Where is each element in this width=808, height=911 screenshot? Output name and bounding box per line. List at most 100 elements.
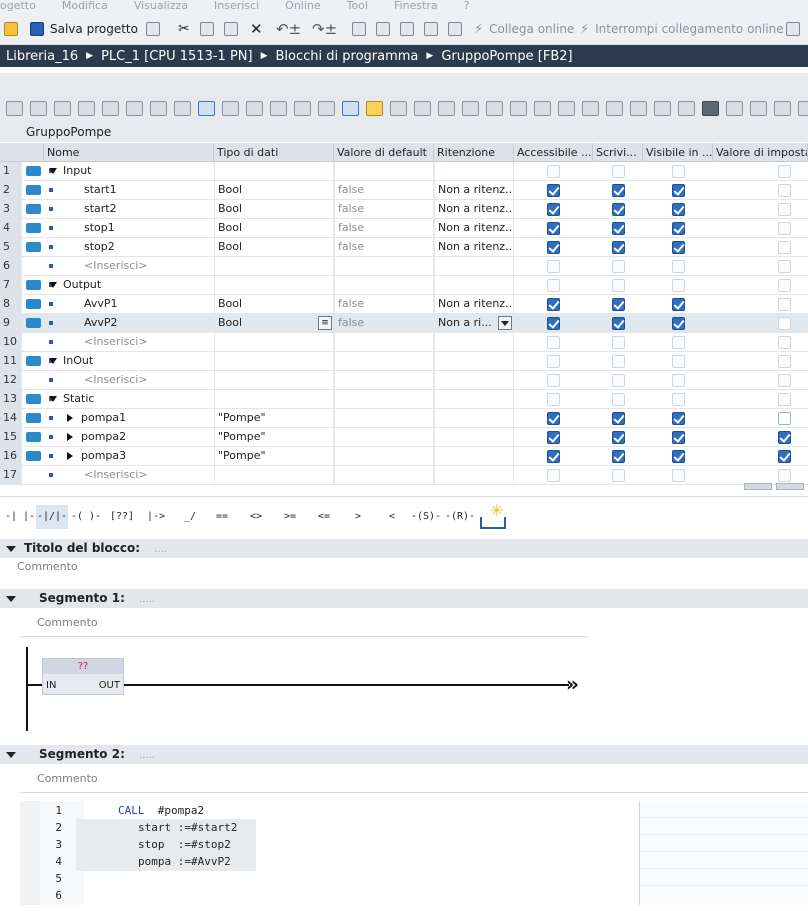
datatype-cell[interactable] — [214, 257, 334, 276]
param-name-cell[interactable]: Static — [46, 390, 212, 409]
accessible-checkbox[interactable] — [547, 222, 560, 235]
default-value-cell[interactable]: false — [334, 238, 434, 257]
editor-tool-icon[interactable] — [366, 101, 383, 116]
menu-item[interactable]: Finestra — [394, 0, 438, 12]
setpoint-checkbox[interactable] — [778, 374, 791, 387]
editor-tool-icon[interactable] — [414, 101, 431, 116]
ladder-instruction-button[interactable]: -(S)- — [410, 505, 442, 529]
param-name-cell[interactable]: stop2 — [64, 238, 212, 257]
editor-tool-icon[interactable] — [174, 101, 191, 116]
default-value-cell[interactable] — [334, 447, 434, 466]
param-name-cell[interactable]: InOut — [46, 352, 212, 371]
editor-tool-icon[interactable] — [78, 101, 95, 116]
setpoint-checkbox[interactable] — [778, 336, 791, 349]
writable-checkbox[interactable] — [612, 317, 625, 330]
collapse-icon[interactable] — [49, 358, 57, 364]
param-name-cell[interactable]: <Inserisci> — [64, 257, 212, 276]
stl-code-line[interactable]: stop :=#stop2 — [138, 838, 231, 851]
param-name-cell[interactable]: <Inserisci> — [64, 333, 212, 352]
segment2-comment[interactable]: Commento — [37, 772, 98, 785]
visible-checkbox[interactable] — [672, 336, 685, 349]
editor-tool-icon[interactable] — [630, 101, 647, 116]
editor-tool-icon[interactable] — [198, 101, 215, 116]
ladder-instruction-button[interactable]: -| |- — [4, 505, 36, 529]
writable-checkbox[interactable] — [612, 374, 625, 387]
header-accessible[interactable]: Accessibile ... — [514, 143, 593, 162]
save-project-button[interactable]: Salva progetto — [30, 13, 138, 45]
visible-checkbox[interactable] — [672, 203, 685, 216]
default-value-cell[interactable] — [334, 409, 434, 428]
setpoint-checkbox[interactable] — [778, 241, 791, 254]
writable-checkbox[interactable] — [612, 431, 625, 444]
default-value-cell[interactable]: false — [334, 295, 434, 314]
retain-cell[interactable] — [434, 257, 514, 276]
stl-code-line[interactable]: CALL #pompa2 — [118, 804, 204, 817]
compile-button[interactable] — [352, 13, 366, 45]
datatype-cell[interactable] — [214, 466, 334, 485]
scrollbar-up-button[interactable] — [744, 483, 772, 490]
editor-tool-icon[interactable] — [558, 101, 575, 116]
header-visible[interactable]: Visibile in ... — [643, 143, 713, 162]
visible-checkbox[interactable] — [672, 184, 685, 197]
setpoint-checkbox[interactable] — [778, 260, 791, 273]
setpoint-checkbox[interactable] — [778, 165, 791, 178]
segment1-header[interactable]: Segmento 1: ..... — [0, 589, 808, 608]
accessible-checkbox[interactable] — [547, 279, 560, 292]
editor-tool-icon[interactable] — [390, 101, 407, 116]
cut-button[interactable]: ✂ — [178, 13, 190, 45]
writable-checkbox[interactable] — [612, 203, 625, 216]
writable-checkbox[interactable] — [612, 222, 625, 235]
visible-checkbox[interactable] — [672, 431, 685, 444]
ladder-instruction-button[interactable]: == — [206, 505, 238, 529]
collapse-caret-icon[interactable] — [6, 752, 16, 758]
retain-cell[interactable] — [434, 390, 514, 409]
retain-cell[interactable] — [434, 333, 514, 352]
editor-tool-icon[interactable] — [726, 101, 743, 116]
accessible-checkbox[interactable] — [547, 469, 560, 482]
editor-tool-icon[interactable] — [294, 101, 311, 116]
editor-tool-icon[interactable] — [774, 101, 791, 116]
header-writable[interactable]: Scrivi... — [593, 143, 643, 162]
setpoint-checkbox[interactable] — [778, 222, 791, 235]
writable-checkbox[interactable] — [612, 393, 625, 406]
datatype-cell[interactable]: "Pompe" — [214, 409, 334, 428]
editor-tool-icon[interactable] — [6, 101, 23, 116]
writable-checkbox[interactable] — [612, 298, 625, 311]
accessible-checkbox[interactable] — [547, 450, 560, 463]
writable-checkbox[interactable] — [612, 184, 625, 197]
default-value-cell[interactable] — [334, 466, 434, 485]
expand-icon[interactable] — [67, 414, 73, 422]
simulation-button[interactable] — [448, 13, 462, 45]
editor-tool-icon[interactable] — [30, 101, 47, 116]
datatype-cell[interactable]: Bool — [214, 219, 334, 238]
collapse-icon[interactable] — [49, 282, 57, 288]
param-name-cell[interactable]: pompa1 — [64, 409, 212, 428]
editor-tool-icon[interactable] — [438, 101, 455, 116]
param-name-cell[interactable]: AvvP2 — [64, 314, 212, 333]
visible-checkbox[interactable] — [672, 317, 685, 330]
paste-button[interactable] — [224, 13, 238, 45]
visible-checkbox[interactable] — [672, 450, 685, 463]
default-value-cell[interactable]: false — [334, 200, 434, 219]
setpoint-checkbox[interactable] — [778, 393, 791, 406]
param-name-cell[interactable]: stop1 — [64, 219, 212, 238]
retain-cell[interactable] — [434, 371, 514, 390]
breadcrumb-item-block[interactable]: GruppoPompe [FB2] — [441, 49, 572, 64]
param-name-cell[interactable]: pompa3 — [64, 447, 212, 466]
param-name-cell[interactable]: Output — [46, 276, 212, 295]
writable-checkbox[interactable] — [612, 336, 625, 349]
table-row[interactable]: 6 <Inserisci> — [0, 257, 808, 276]
disconnect-online-button[interactable]: ⚡ Interrompi collegamento online — [580, 13, 784, 45]
param-name-cell[interactable]: start2 — [64, 200, 212, 219]
writable-checkbox[interactable] — [612, 241, 625, 254]
segment1-comment[interactable]: Commento — [37, 616, 98, 629]
connect-online-button[interactable]: ⚡ Collega online — [474, 13, 574, 45]
accessible-checkbox[interactable] — [547, 203, 560, 216]
visible-checkbox[interactable] — [672, 241, 685, 254]
default-value-cell[interactable] — [334, 276, 434, 295]
accessible-checkbox[interactable] — [547, 184, 560, 197]
editor-tool-icon[interactable] — [222, 101, 239, 116]
datatype-cell[interactable]: Bool — [214, 314, 334, 333]
editor-tool-icon[interactable] — [606, 101, 623, 116]
editor-tool-icon[interactable] — [654, 101, 671, 116]
